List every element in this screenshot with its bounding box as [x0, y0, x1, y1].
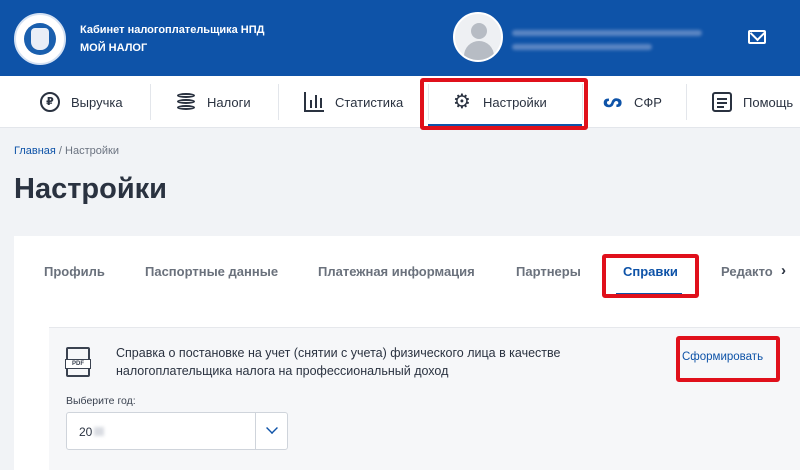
highlight-box-generate: [676, 336, 780, 382]
breadcrumb-home-link[interactable]: Главная: [14, 145, 56, 157]
nav-item-label: Помощь: [743, 94, 794, 110]
tab-profile[interactable]: Профиль: [44, 264, 105, 279]
chevron-down-icon[interactable]: [266, 422, 278, 434]
nav-item-revenue[interactable]: ₽ Выручка: [40, 76, 123, 128]
sfr-icon: ᔕ: [603, 92, 623, 111]
chart-icon: [304, 92, 324, 112]
certificate-text-line-2: налогоплательщика налога на профессионал…: [116, 364, 449, 378]
user-name-redacted: [512, 30, 702, 36]
breadcrumb-current: Настройки: [65, 145, 119, 157]
pdf-label: PDF: [65, 359, 91, 369]
pdf-icon: PDF: [65, 347, 91, 377]
tab-passport[interactable]: Паспортные данные: [145, 264, 278, 279]
nav-item-label: Налоги: [207, 94, 251, 110]
ruble-icon: ₽: [40, 92, 60, 112]
certificate-text-line-1: Справка о постановке на учет (снятии с у…: [116, 346, 561, 360]
main-nav: ₽ Выручка Налоги Статистика ⚙ Настройки …: [0, 76, 800, 128]
highlight-box-certificates: [602, 254, 699, 298]
help-icon: [712, 92, 732, 112]
year-label: Выберите год:: [66, 395, 136, 407]
highlight-box-settings: [420, 78, 588, 130]
brand-line-2: МОЙ НАЛОГ: [80, 42, 148, 54]
nav-item-label: СФР: [634, 94, 662, 110]
top-header: Кабинет налогоплательщика НПД МОЙ НАЛОГ: [0, 0, 800, 76]
certificate-description: Справка о постановке на учет (снятии с у…: [116, 344, 596, 380]
user-inn-redacted: [512, 44, 652, 50]
avatar[interactable]: [453, 12, 503, 62]
tab-payment[interactable]: Платежная информация: [318, 264, 475, 279]
tab-edit[interactable]: Редакто: [721, 264, 773, 279]
mail-icon[interactable]: [748, 30, 766, 44]
nav-item-taxes[interactable]: Налоги: [176, 76, 251, 128]
nav-item-help[interactable]: Помощь: [712, 76, 793, 128]
brand-title[interactable]: Кабинет налогоплательщика НПД МОЙ НАЛОГ: [80, 21, 264, 57]
coins-icon: [176, 92, 196, 112]
nav-item-label: Выручка: [71, 94, 123, 110]
year-select[interactable]: 20: [66, 412, 288, 450]
brand-line-1: Кабинет налогоплательщика НПД: [80, 24, 265, 36]
fns-emblem-icon[interactable]: [14, 13, 66, 65]
page-title: Настройки: [14, 173, 168, 205]
breadcrumb-separator: /: [55, 145, 66, 157]
year-value: 20: [79, 425, 93, 439]
tab-partners[interactable]: Партнеры: [516, 264, 581, 279]
breadcrumb: Главная / Настройки: [14, 145, 119, 157]
nav-item-sfr[interactable]: ᔕ СФР: [603, 76, 662, 128]
nav-item-statistics[interactable]: Статистика: [304, 76, 403, 128]
chevron-right-icon[interactable]: ›: [781, 262, 786, 279]
year-redacted: [94, 427, 104, 436]
nav-item-label: Статистика: [335, 94, 404, 110]
